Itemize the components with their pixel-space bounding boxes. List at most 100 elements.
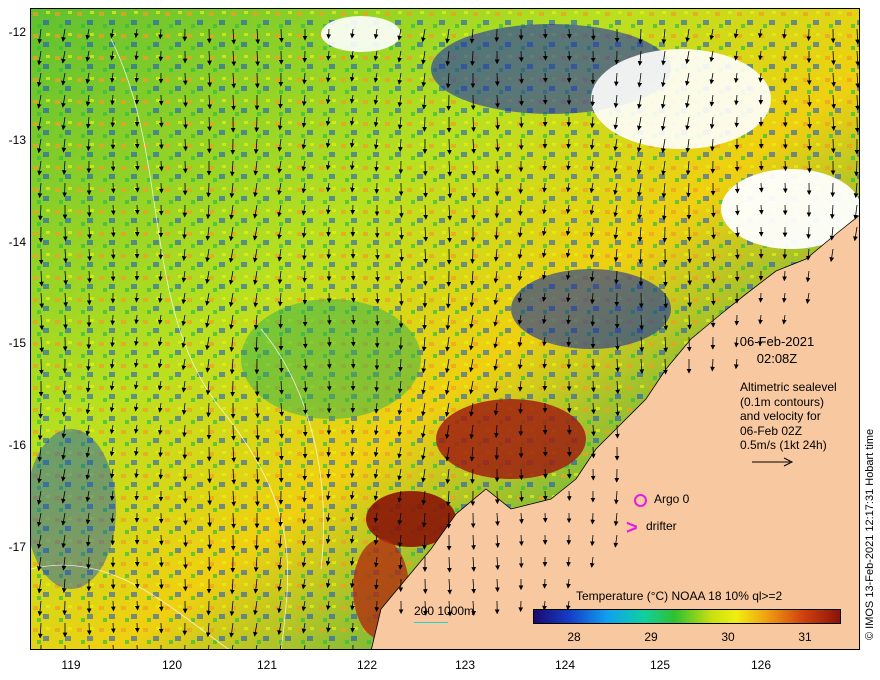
velocity-arrow (302, 336, 308, 349)
lon-tick-label: 120 (161, 658, 183, 672)
velocity-arrow (470, 204, 476, 220)
colorbar-tick: 29 (644, 630, 658, 644)
velocity-arrow (254, 534, 260, 551)
temperature-colorbar (533, 609, 841, 624)
velocity-arrow (134, 578, 140, 589)
velocity-arrow (782, 50, 788, 62)
velocity-arrow (758, 292, 764, 303)
velocity-arrow (182, 578, 188, 592)
velocity-arrow (734, 182, 740, 194)
velocity-arrow (326, 28, 332, 39)
colorbar-tick: 31 (798, 630, 812, 644)
lat-tick-label: -15 (8, 336, 26, 350)
velocity-arrow (374, 380, 380, 392)
velocity-arrow (158, 182, 164, 194)
velocity-arrow (230, 380, 236, 397)
velocity-arrow (542, 160, 548, 171)
credit-text: © IMOS 13-Feb-2021 12:17:31 Hobart time (864, 428, 876, 640)
lat-tick-label: -13 (8, 133, 26, 147)
velocity-arrow (278, 314, 284, 329)
velocity-arrow (566, 336, 572, 347)
velocity-arrow (38, 358, 44, 375)
velocity-arrow (134, 622, 140, 633)
velocity-arrow (542, 28, 548, 39)
velocity-arrow (710, 292, 716, 306)
sealevel-info: Altimetric sealevel (0.1m contours) and … (740, 380, 837, 453)
velocity-arrow (614, 424, 620, 439)
velocity-arrow (62, 182, 68, 198)
velocity-arrow (542, 578, 548, 589)
lat-tick-label: -17 (8, 540, 26, 554)
velocity-arrow (86, 622, 92, 636)
velocity-arrow (566, 50, 572, 61)
velocity-arrow (782, 182, 788, 194)
velocity-arrow (110, 314, 116, 326)
info-line: Altimetric sealevel (740, 380, 837, 394)
argo-float-marker-icon (634, 494, 647, 507)
velocity-arrow (326, 446, 332, 457)
velocity-arrow (158, 116, 164, 128)
map-date: 06-Feb-2021 (739, 334, 815, 349)
velocity-arrow (566, 468, 572, 479)
velocity-arrow (182, 490, 188, 504)
velocity-arrow (494, 72, 500, 87)
velocity-arrow (758, 160, 764, 171)
velocity-arrow (734, 116, 740, 128)
velocity-arrow (398, 292, 404, 306)
velocity-arrow (206, 600, 212, 616)
velocity-arrow (326, 314, 332, 325)
velocity-arrow (110, 248, 116, 260)
velocity-arrow (254, 490, 260, 507)
colorbar-tick: 28 (567, 630, 581, 644)
colorbar-title: Temperature (°C) NOAA 18 10% ql>=2 (576, 589, 783, 603)
argo-label: Argo 0 (654, 492, 690, 506)
info-line: and velocity for (740, 409, 821, 423)
lat-tick-label: -12 (8, 25, 26, 39)
velocity-arrow (518, 468, 524, 481)
velocity-arrow (590, 446, 596, 459)
velocity-arrow (326, 380, 332, 392)
velocity-arrow (590, 28, 596, 41)
lon-tick-label: 122 (356, 658, 378, 672)
info-line: (0.1m contours) (740, 394, 825, 409)
velocity-arrow (782, 116, 788, 128)
info-line: 06-Feb 02Z (740, 423, 803, 438)
velocity-arrow (134, 204, 140, 215)
map-time: 02:08Z (756, 351, 798, 366)
isobath-legend-label: 200 1000m (414, 604, 475, 618)
velocity-arrow (62, 226, 68, 242)
colorbar-tick: 30 (721, 630, 735, 644)
sst-map-canvas (31, 9, 859, 649)
velocity-scale-arrow-icon (752, 457, 794, 467)
velocity-arrow (182, 72, 188, 86)
velocity-arrow (542, 446, 548, 457)
velocity-arrow (590, 94, 596, 107)
velocity-arrow (518, 50, 524, 63)
velocity-arrow (710, 204, 716, 218)
velocity-arrow (350, 204, 356, 215)
lon-tick-label: 119 (61, 658, 81, 672)
drifter-label: drifter (646, 519, 677, 533)
velocity-arrow (254, 72, 260, 89)
lon-tick-label: 123 (454, 658, 476, 672)
lon-tick-label: 124 (554, 658, 576, 672)
velocity-arrow (374, 314, 380, 326)
velocity-arrow (182, 160, 188, 174)
velocity-arrow (398, 204, 404, 218)
velocity-arrow (62, 600, 68, 616)
isobath-legend-line (414, 622, 448, 623)
velocity-arrow (86, 204, 92, 218)
velocity-arrow (158, 600, 164, 612)
velocity-arrow (158, 534, 164, 546)
velocity-arrow (110, 600, 116, 612)
lon-tick-label: 125 (649, 658, 671, 672)
velocity-arrow (110, 182, 116, 194)
velocity-arrow (254, 116, 260, 133)
velocity-arrow (38, 402, 44, 419)
velocity-arrow (278, 358, 284, 373)
sst-map (30, 8, 860, 650)
velocity-arrow (590, 512, 596, 525)
drifter-marker-icon: > (626, 517, 638, 539)
velocity-arrow (350, 336, 356, 347)
velocity-arrow (494, 490, 500, 505)
